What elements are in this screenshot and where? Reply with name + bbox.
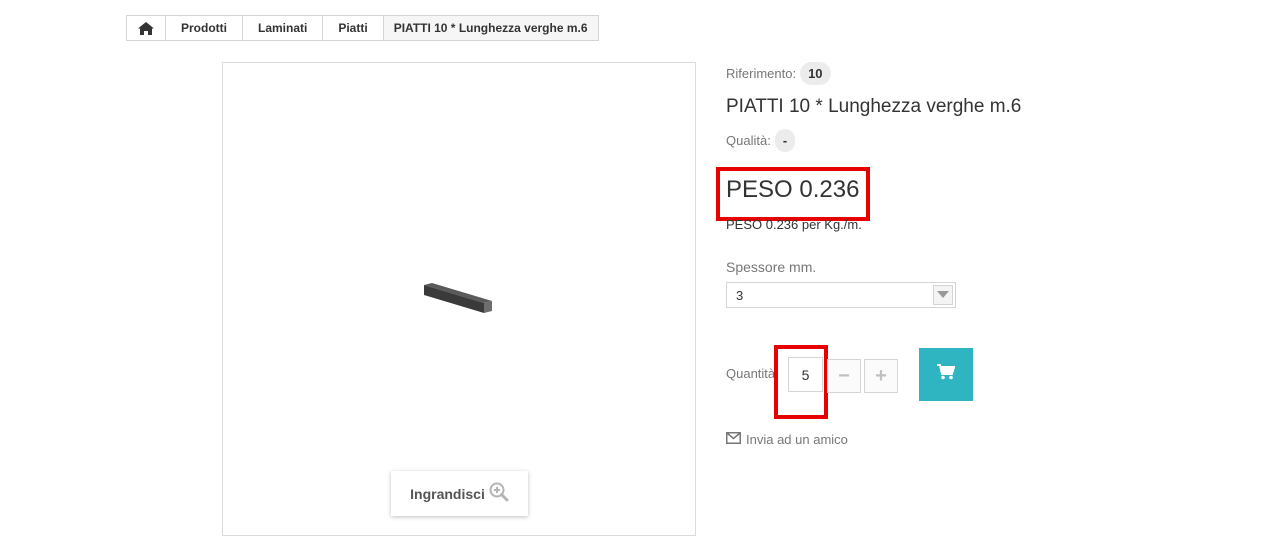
breadcrumb-item-current: PIATTI 10 * Lunghezza verghe m.6 [383, 16, 598, 40]
chevron-down-icon[interactable] [933, 285, 953, 305]
envelope-icon [726, 432, 741, 447]
reference-row: Riferimento: 10 [726, 62, 831, 85]
product-image-panel: Ingrandisci [222, 62, 696, 536]
breadcrumb-item-piatti[interactable]: Piatti [323, 16, 384, 40]
cart-icon [937, 364, 956, 385]
zoom-button[interactable]: Ingrandisci [391, 471, 528, 516]
thickness-selected-value: 3 [736, 287, 744, 303]
thickness-select[interactable]: 3 [726, 282, 956, 308]
add-to-cart-button[interactable] [919, 348, 973, 401]
product-title: PIATTI 10 * Lunghezza verghe m.6 [726, 96, 1022, 117]
quantity-label: Quantità [726, 366, 776, 381]
breadcrumb-item-laminati[interactable]: Laminati [243, 16, 324, 40]
quantity-highlight-box [774, 345, 828, 419]
quality-value: - [774, 129, 796, 152]
peso-description: PESO 0.236 per Kg./m. [726, 217, 862, 232]
zoom-label: Ingrandisci [410, 485, 485, 502]
quality-row: Qualità: - [726, 129, 796, 152]
thickness-label: Spessore mm. [726, 259, 817, 275]
send-to-friend-label: Invia ad un amico [746, 432, 848, 447]
quality-label: Qualità: [726, 133, 771, 148]
breadcrumb-item-prodotti[interactable]: Prodotti [166, 16, 243, 40]
zoom-in-icon [489, 482, 509, 505]
reference-label: Riferimento: [726, 66, 797, 81]
quantity-decrease-button[interactable]: − [827, 359, 861, 393]
reference-value: 10 [800, 62, 831, 85]
breadcrumb: Prodotti Laminati Piatti PIATTI 10 * Lun… [126, 15, 599, 41]
send-to-friend-link[interactable]: Invia ad un amico [726, 432, 848, 447]
peso-highlight-box [716, 167, 870, 221]
home-icon [138, 21, 154, 35]
quantity-increase-button[interactable]: + [864, 359, 898, 393]
product-image[interactable] [422, 281, 494, 322]
breadcrumb-home[interactable] [127, 16, 166, 40]
